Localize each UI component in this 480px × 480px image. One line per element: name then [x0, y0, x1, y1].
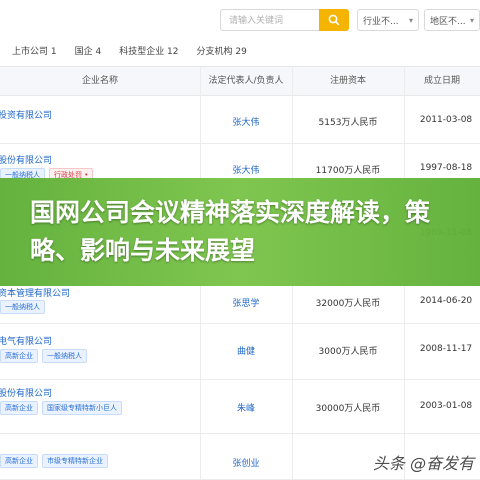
chevron-down-icon: ▾ — [469, 15, 474, 25]
table-header: 企业名称 法定代表人/负责人 注册资本 成立日期 — [0, 66, 480, 96]
registered-capital: 3000万人民币 — [318, 347, 378, 357]
legal-rep[interactable]: 张大伟 — [200, 163, 292, 176]
tag-little-giant: 国家级专精特新小巨人 — [42, 401, 122, 415]
company-name[interactable]: 股份有限公司 — [0, 153, 52, 166]
founded-date: 1997-08-18 — [419, 163, 473, 173]
legal-rep[interactable]: 朱峰 — [200, 401, 292, 414]
tag-taxpayer: 一般纳税人 — [0, 300, 45, 314]
tag-taxpayer: 一般纳税人 — [42, 349, 87, 363]
table-row[interactable]: 电气有限公司 高新企业 一般纳税人 曲健 3000万人民币 2008-11-17 — [0, 324, 480, 380]
tag-list: 一般纳税人 — [0, 300, 45, 314]
tag-list: 高新企业 国家级专精特新小巨人 — [0, 401, 122, 415]
founded-date: 2008-11-17 — [419, 344, 473, 354]
legal-rep[interactable]: 曲健 — [200, 344, 292, 357]
registered-capital: 32000万人民币 — [315, 299, 381, 309]
search-button[interactable] — [319, 9, 349, 31]
industry-filter[interactable]: 行业不... ▾ — [357, 9, 419, 31]
source-watermark: 头条 @奋发有 — [372, 454, 474, 473]
legal-rep[interactable]: 张思学 — [200, 296, 292, 309]
industry-filter-label: 行业不... — [363, 16, 399, 27]
tag-hitech: 高新企业 — [0, 454, 38, 468]
founded-date: 2014-06-20 — [419, 296, 473, 306]
registered-capital: 5153万人民币 — [318, 118, 378, 128]
header-capital[interactable]: 注册资本 — [292, 67, 404, 95]
tag-hitech: 高新企业 — [0, 401, 38, 415]
tab-branches[interactable]: 分支机构 29 — [197, 44, 247, 57]
table-row[interactable]: 股份有限公司 高新企业 国家级专精特新小巨人 朱峰 30000万人民币 2003… — [0, 380, 480, 434]
registered-capital: 30000万人民币 — [315, 404, 381, 414]
founded-date: 2003-01-08 — [419, 401, 473, 411]
tag-specialized: 市级专精特新企业 — [42, 454, 108, 468]
top-bar: 行业不... ▾ 地区不... ▾ — [0, 0, 480, 38]
chevron-down-icon: ▾ — [408, 15, 413, 25]
search-box[interactable] — [220, 9, 349, 31]
tag-list: 高新企业 市级专精特新企业 — [0, 454, 108, 468]
table-row[interactable]: 资本管理有限公司 一般纳税人 张思学 32000万人民币 2014-06-20 — [0, 280, 480, 324]
search-icon — [328, 14, 340, 26]
header-date[interactable]: 成立日期 — [404, 67, 480, 95]
region-filter[interactable]: 地区不... ▾ — [424, 9, 480, 31]
registered-capital: 11700万人民币 — [315, 166, 381, 176]
company-name[interactable]: 资本管理有限公司 — [0, 286, 70, 299]
header-company[interactable]: 企业名称 — [0, 67, 200, 95]
headline-title: 国网公司会议精神落实深度解读，策略、影响与未来展望 — [30, 198, 431, 265]
headline-banner: 国网公司会议精神落实深度解读，策略、影响与未来展望 — [0, 178, 480, 286]
company-name[interactable]: 电气有限公司 — [0, 334, 52, 347]
tab-listed[interactable]: 上市公司 1 — [12, 44, 57, 57]
legal-rep[interactable]: 张大伟 — [200, 115, 292, 128]
category-tabs: 上市公司 1 国企 4 科技型企业 12 分支机构 29 — [0, 38, 480, 62]
legal-rep[interactable]: 张创业 — [200, 456, 292, 469]
founded-date: 2011-03-08 — [419, 115, 473, 125]
tag-list: 高新企业 一般纳税人 — [0, 349, 87, 363]
region-filter-label: 地区不... — [430, 16, 466, 27]
tag-hitech: 高新企业 — [0, 349, 38, 363]
header-legal-rep[interactable]: 法定代表人/负责人 — [200, 67, 292, 95]
company-name[interactable]: 投资有限公司 — [0, 108, 52, 121]
search-input[interactable] — [227, 11, 325, 31]
table-row[interactable]: 投资有限公司 张大伟 5153万人民币 2011-03-08 — [0, 96, 480, 144]
tab-soe[interactable]: 国企 4 — [75, 44, 102, 57]
tab-tech[interactable]: 科技型企业 12 — [119, 44, 178, 57]
company-name[interactable]: 股份有限公司 — [0, 386, 52, 399]
